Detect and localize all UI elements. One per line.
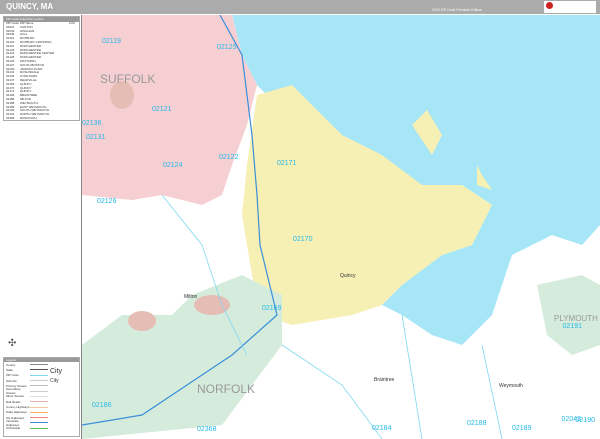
city-size-sample: City [50, 368, 63, 375]
zip-label: 02189 [512, 425, 532, 432]
zip-label: 02171 [277, 160, 297, 167]
logo-icon [546, 2, 553, 9]
compass-icon: ✣ [8, 338, 17, 349]
legend-swatch [30, 364, 48, 366]
city-label-braintree: Braintree [374, 377, 395, 383]
zip-label: 02184 [372, 425, 392, 432]
legend-label: ZIP Code [6, 373, 19, 378]
zip-label: 02131 [86, 134, 106, 141]
brand-logo [544, 1, 596, 13]
legend-label: State [6, 367, 14, 372]
city-label-milton: Milton [184, 294, 198, 300]
zip-label: 02119 [102, 38, 121, 45]
legend-swatch [30, 406, 48, 408]
legend-label: Schools [6, 378, 17, 383]
zip-label: 02368 [197, 426, 217, 433]
index-row: 02368 RANDOLPH [4, 115, 79, 121]
legend-label: Toll Roads [6, 426, 21, 431]
zip-label: 02124 [163, 162, 183, 169]
legend-label: County Highways [6, 405, 30, 410]
zip-label: 02191 [563, 323, 583, 330]
zip-label: 02170 [293, 236, 313, 243]
map-canvas[interactable]: 02119 02125 02121 02136 02131 02124 02122 02171… [82, 15, 600, 439]
legend-swatch [30, 417, 48, 419]
zip-label: 02126 [97, 198, 117, 205]
legend-item: Toll Roads [4, 426, 79, 431]
zip-label: 02043 [562, 416, 582, 423]
zip-label: 02188 [467, 420, 487, 427]
zip-label: 02121 [152, 106, 172, 113]
zip-label: 02186 [92, 402, 112, 409]
legend-swatch [30, 390, 48, 392]
county-label-norfolk: NORFOLK [197, 382, 255, 396]
index-zip: 02368 [6, 115, 15, 120]
zip-index: ZIP Code Index/City Locator ZIP Code ZIP… [3, 16, 80, 121]
legend-label: State Highways [6, 410, 27, 415]
county-label-plymouth: PLYMOUTH [554, 314, 598, 323]
header-bar: QUINCY, MA 2025 ZIP Code Premium Edition [0, 0, 600, 14]
zip-label: 02122 [219, 154, 239, 161]
page-title: QUINCY, MA [6, 2, 54, 11]
legend-swatch [30, 395, 48, 397]
legend-swatch [30, 422, 48, 424]
legend-swatch [30, 427, 48, 429]
zip-label: 02136 [82, 120, 102, 127]
legend-swatch [30, 385, 48, 387]
legend-label: Minor Streets [6, 394, 24, 399]
legend-label: County [6, 362, 16, 367]
legend: Legend County State ZIP Code Schools Primary… [3, 357, 80, 437]
city-label-weymouth: Weymouth [499, 383, 523, 389]
legend-swatch [30, 411, 48, 413]
legend-label: Rail Roads [6, 399, 21, 404]
golf-course [194, 295, 230, 315]
legend-swatch [30, 401, 48, 403]
golf-course [128, 311, 156, 331]
city-size-sample: City [50, 378, 59, 384]
zip-label: 02125 [217, 44, 237, 51]
edition-label: 2025 ZIP Code Premium Edition [431, 8, 482, 12]
index-name: RANDOLPH [20, 115, 37, 120]
zip-label: 02169 [262, 305, 282, 312]
city-label-quincy: Quincy [340, 273, 356, 279]
county-label-suffolk: SUFFOLK [100, 72, 155, 86]
